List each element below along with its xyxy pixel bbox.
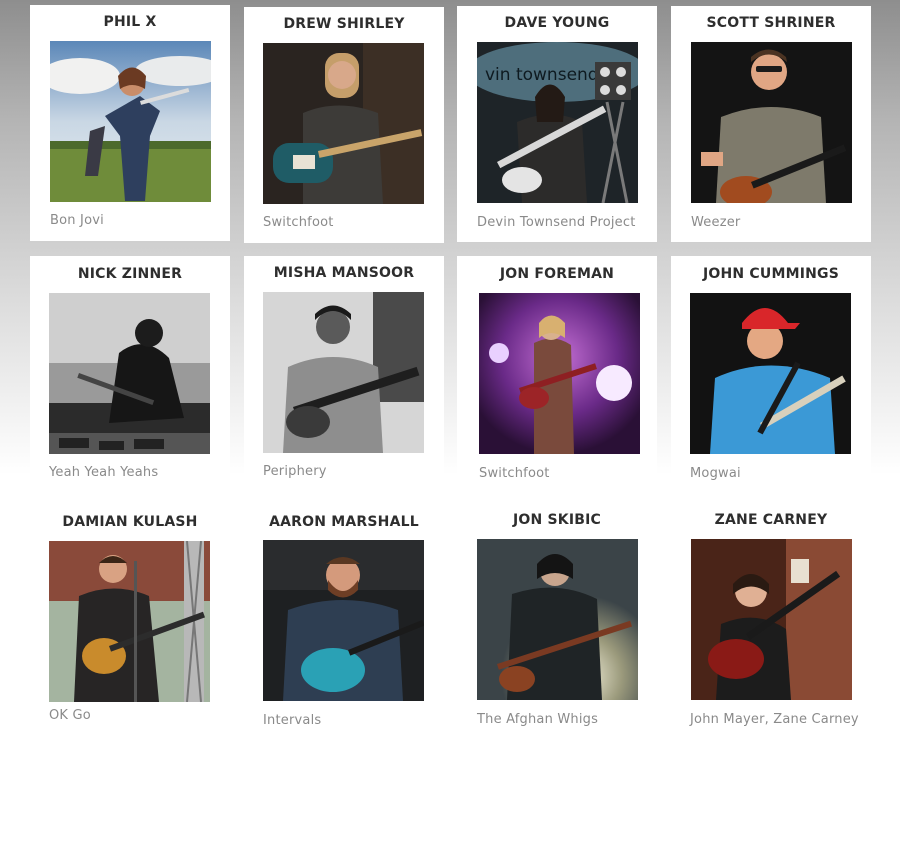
musician-band: Intervals [263, 713, 322, 728]
musician-photo[interactable]: vin townsend p [477, 42, 638, 203]
musician-photo[interactable] [50, 41, 211, 202]
musician-name[interactable]: JOHN CUMMINGS [671, 266, 871, 282]
musician-name[interactable]: DAMIAN KULASH [30, 514, 230, 530]
musician-photo[interactable] [691, 42, 852, 203]
musician-card-misha-mansoor[interactable]: MISHA MANSOOR Periphery [244, 256, 444, 492]
musician-photo[interactable] [263, 292, 424, 453]
musician-card-scott-shriner[interactable]: SCOTT SHRINER Weezer [671, 6, 871, 242]
musician-band: Bon Jovi [50, 213, 104, 228]
musician-photo[interactable] [690, 293, 851, 454]
musician-name[interactable]: ZANE CARNEY [671, 512, 871, 528]
musician-band: OK Go [49, 708, 91, 723]
musician-photo[interactable] [49, 293, 210, 454]
musician-name[interactable]: MISHA MANSOOR [244, 265, 444, 281]
musician-card-zane-carney[interactable]: ZANE CARNEY John Mayer, Zane Carney [671, 505, 871, 741]
musician-name[interactable]: NICK ZINNER [30, 266, 230, 282]
musician-photo[interactable] [263, 43, 424, 204]
musician-card-damian-kulash[interactable]: DAMIAN KULASH OK Go [30, 505, 230, 741]
musician-name[interactable]: DAVE YOUNG [457, 15, 657, 31]
musician-name[interactable]: AARON MARSHALL [244, 514, 444, 530]
musician-card-dave-young[interactable]: DAVE YOUNG vin townsend p Devin Townsend… [457, 6, 657, 242]
musician-card-john-cummings[interactable]: JOHN CUMMINGS Mogwai [671, 256, 871, 492]
musician-card-jon-foreman[interactable]: JON FOREMAN Switchfoot [457, 256, 657, 492]
musician-card-nick-zinner[interactable]: NICK ZINNER Yeah Yeah Yeahs [30, 256, 230, 492]
musician-band: The Afghan Whigs [477, 712, 599, 727]
musician-photo[interactable] [479, 293, 640, 454]
musician-card-aaron-marshall[interactable]: AARON MARSHALL Intervals [244, 505, 444, 741]
musician-name[interactable]: SCOTT SHRINER [671, 15, 871, 31]
musician-card-phil-x[interactable]: PHIL X Bon Jovi [30, 5, 230, 241]
musician-card-jon-skibic[interactable]: JON SKIBIC The Afghan Whigs [457, 505, 657, 741]
musician-band: Switchfoot [263, 215, 334, 230]
musician-photo[interactable] [263, 540, 424, 701]
musician-name[interactable]: JON SKIBIC [457, 512, 657, 528]
musician-band: Weezer [691, 215, 741, 230]
musician-name[interactable]: JON FOREMAN [457, 266, 657, 282]
musician-band: Yeah Yeah Yeahs [49, 465, 159, 480]
musician-card-drew-shirley[interactable]: DREW SHIRLEY Switchfoot [244, 7, 444, 243]
musician-photo[interactable] [691, 539, 852, 700]
musician-band: Switchfoot [479, 466, 550, 481]
musician-band: John Mayer, Zane Carney [690, 712, 859, 727]
musician-photo[interactable] [49, 541, 210, 702]
musician-name[interactable]: DREW SHIRLEY [244, 16, 444, 32]
musician-band: Mogwai [690, 466, 741, 481]
musician-name[interactable]: PHIL X [30, 14, 230, 30]
musician-band: Devin Townsend Project [477, 215, 636, 230]
musician-photo[interactable] [477, 539, 638, 700]
musician-band: Periphery [263, 464, 327, 479]
